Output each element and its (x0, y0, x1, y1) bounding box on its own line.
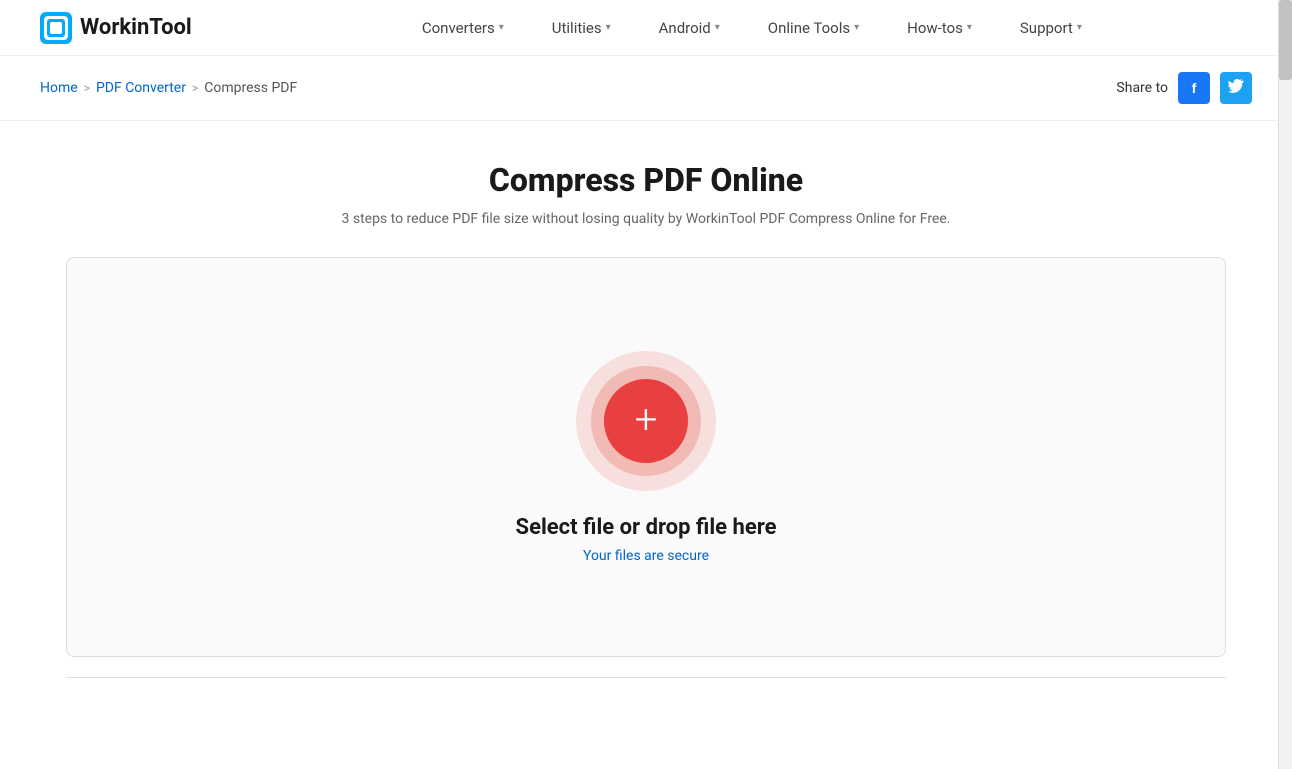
upload-icon-wrapper: + (576, 351, 716, 491)
nav-converters-label: Converters (422, 19, 495, 37)
page-title: Compress PDF Online (66, 161, 1226, 199)
logo-text: WorkinTool (80, 15, 192, 40)
scrollbar[interactable] (1278, 0, 1292, 769)
nav-online-tools[interactable]: Online Tools ▾ (744, 0, 883, 56)
nav-how-tos-chevron: ▾ (967, 22, 972, 33)
breadcrumb-sep-1: > (84, 81, 90, 95)
breadcrumb-sep-2: > (192, 81, 198, 95)
breadcrumb-home[interactable]: Home (40, 80, 78, 96)
nav-online-tools-chevron: ▾ (854, 22, 859, 33)
nav-utilities-chevron: ▾ (606, 22, 611, 33)
nav-android-label: Android (659, 19, 711, 37)
twitter-icon (1228, 79, 1244, 98)
main-nav: Converters ▾ Utilities ▾ Android ▾ Onlin… (252, 0, 1252, 56)
nav-android-chevron: ▾ (715, 22, 720, 33)
bottom-divider (66, 677, 1226, 678)
nav-converters-chevron: ▾ (499, 22, 504, 33)
upload-secure-text: Your files are secure (583, 548, 709, 564)
share-area: Share to f (1116, 72, 1252, 104)
nav-support[interactable]: Support ▾ (996, 0, 1106, 56)
upload-main-text: Select file or drop file here (516, 515, 777, 540)
nav-online-tools-label: Online Tools (768, 19, 850, 37)
breadcrumb: Home > PDF Converter > Compress PDF (40, 80, 297, 96)
logo-icon (40, 12, 72, 44)
nav-utilities-label: Utilities (552, 19, 602, 37)
plus-icon: + (635, 400, 658, 440)
nav-how-tos-label: How-tos (907, 19, 963, 37)
header: WorkinTool Converters ▾ Utilities ▾ Andr… (0, 0, 1292, 56)
share-facebook-button[interactable]: f (1178, 72, 1210, 104)
share-twitter-button[interactable] (1220, 72, 1252, 104)
upload-button-circle[interactable]: + (604, 379, 688, 463)
nav-support-label: Support (1020, 19, 1073, 37)
breadcrumb-current: Compress PDF (204, 80, 297, 96)
upload-area[interactable]: + Select file or drop file here Your fil… (66, 257, 1226, 657)
nav-support-chevron: ▾ (1077, 22, 1082, 33)
share-label: Share to (1116, 80, 1168, 96)
nav-how-tos[interactable]: How-tos ▾ (883, 0, 996, 56)
scrollbar-thumb[interactable] (1279, 0, 1292, 80)
nav-converters[interactable]: Converters ▾ (398, 0, 528, 56)
breadcrumb-pdf-converter[interactable]: PDF Converter (96, 80, 186, 96)
main-content: Compress PDF Online 3 steps to reduce PD… (26, 121, 1266, 698)
nav-utilities[interactable]: Utilities ▾ (528, 0, 635, 56)
logo[interactable]: WorkinTool (40, 12, 192, 44)
breadcrumb-bar: Home > PDF Converter > Compress PDF Shar… (0, 56, 1292, 121)
page-subtitle: 3 steps to reduce PDF file size without … (66, 211, 1226, 227)
nav-android[interactable]: Android ▾ (635, 0, 744, 56)
facebook-icon: f (1192, 80, 1197, 96)
